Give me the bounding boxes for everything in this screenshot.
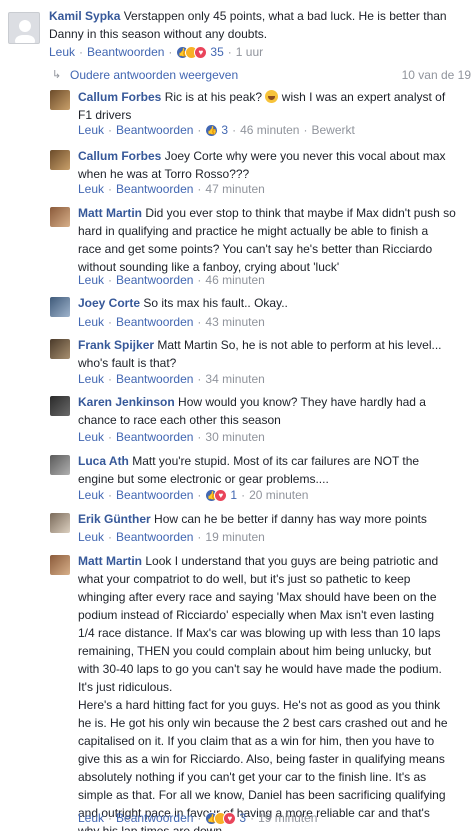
comment-author[interactable]: Matt Martin bbox=[78, 554, 142, 568]
comment-text: Verstappen only 45 points, what a bad lu… bbox=[123, 9, 447, 23]
reply-link[interactable]: Beantwoorden bbox=[116, 123, 193, 138]
like-link[interactable]: Leuk bbox=[78, 372, 104, 387]
timestamp[interactable]: 46 minuten bbox=[240, 123, 299, 138]
avatar[interactable] bbox=[50, 150, 70, 170]
love-reaction-icon: ♥ bbox=[223, 812, 237, 825]
comment-author[interactable]: Callum Forbes bbox=[78, 149, 161, 163]
like-link[interactable]: Leuk bbox=[78, 273, 104, 288]
love-reaction-icon: ♥ bbox=[194, 46, 208, 59]
reply-count: 10 van de 19 bbox=[401, 68, 471, 82]
older-replies-link[interactable]: Oudere antwoorden weergeven bbox=[70, 68, 238, 82]
timestamp[interactable]: 19 minuten bbox=[258, 811, 317, 826]
timestamp[interactable]: 19 minuten bbox=[205, 530, 264, 545]
laughing-emoji-icon bbox=[265, 90, 279, 103]
avatar[interactable] bbox=[50, 207, 70, 227]
comment-author[interactable]: Frank Spijker bbox=[78, 338, 154, 352]
like-link[interactable]: Leuk bbox=[78, 123, 104, 138]
reaction-icons[interactable]: 👍 bbox=[205, 124, 219, 137]
reaction-icons[interactable]: 👍 ♥ bbox=[205, 489, 228, 502]
reaction-icons[interactable]: 👍 ♥ bbox=[176, 46, 208, 59]
reply-link[interactable]: Beantwoorden bbox=[116, 315, 193, 330]
reply-link[interactable]: Beantwoorden bbox=[116, 182, 193, 197]
avatar[interactable] bbox=[8, 12, 40, 44]
reply-arrow-icon: ↳ bbox=[52, 69, 62, 81]
like-link[interactable]: Leuk bbox=[78, 430, 104, 445]
timestamp[interactable]: 20 minuten bbox=[249, 488, 308, 503]
avatar[interactable] bbox=[50, 555, 70, 575]
reaction-count[interactable]: 3 bbox=[239, 811, 246, 826]
timestamp[interactable]: 30 minuten bbox=[205, 430, 264, 445]
timestamp[interactable]: 46 minuten bbox=[205, 273, 264, 288]
comment-author[interactable]: Erik Günther bbox=[78, 512, 151, 526]
edited-label[interactable]: Bewerkt bbox=[311, 123, 354, 138]
timestamp[interactable]: 43 minuten bbox=[205, 315, 264, 330]
comment-author[interactable]: Matt Martin bbox=[78, 206, 142, 220]
like-link[interactable]: Leuk bbox=[49, 45, 75, 60]
avatar[interactable] bbox=[50, 297, 70, 317]
reply-link[interactable]: Beantwoorden bbox=[116, 372, 193, 387]
like-link[interactable]: Leuk bbox=[78, 315, 104, 330]
avatar[interactable] bbox=[50, 396, 70, 416]
comment-author[interactable]: Karen Jenkinson bbox=[78, 395, 175, 409]
avatar[interactable] bbox=[50, 513, 70, 533]
reply-link[interactable]: Beantwoorden bbox=[116, 811, 193, 826]
like-link[interactable]: Leuk bbox=[78, 811, 104, 826]
like-link[interactable]: Leuk bbox=[78, 530, 104, 545]
avatar[interactable] bbox=[50, 455, 70, 475]
reply-link[interactable]: Beantwoorden bbox=[116, 530, 193, 545]
avatar[interactable] bbox=[50, 339, 70, 359]
reply-link[interactable]: Beantwoorden bbox=[116, 430, 193, 445]
reply-link[interactable]: Beantwoorden bbox=[87, 45, 164, 60]
comment-author[interactable]: Callum Forbes bbox=[78, 90, 161, 104]
like-link[interactable]: Leuk bbox=[78, 488, 104, 503]
timestamp[interactable]: 34 minuten bbox=[205, 372, 264, 387]
love-reaction-icon: ♥ bbox=[214, 489, 228, 502]
reaction-count[interactable]: 1 bbox=[230, 488, 237, 503]
like-link[interactable]: Leuk bbox=[78, 182, 104, 197]
reply-link[interactable]: Beantwoorden bbox=[116, 488, 193, 503]
reaction-count[interactable]: 35 bbox=[210, 45, 223, 60]
like-reaction-icon: 👍 bbox=[205, 124, 219, 137]
comment-author[interactable]: Luca Ath bbox=[78, 454, 129, 468]
comment-author[interactable]: Kamil Sypka bbox=[49, 9, 120, 23]
avatar[interactable] bbox=[50, 90, 70, 110]
timestamp[interactable]: 1 uur bbox=[236, 45, 263, 60]
comment-text: Danny in this season without any doubts. bbox=[49, 27, 268, 41]
comment-author[interactable]: Joey Corte bbox=[78, 296, 140, 310]
reaction-count[interactable]: 3 bbox=[221, 123, 228, 138]
older-replies-row: ↳ Oudere antwoorden weergeven 10 van de … bbox=[40, 64, 475, 84]
reply-link[interactable]: Beantwoorden bbox=[116, 273, 193, 288]
reaction-icons[interactable]: 👍 ♥ bbox=[205, 812, 237, 825]
timestamp[interactable]: 47 minuten bbox=[205, 182, 264, 197]
